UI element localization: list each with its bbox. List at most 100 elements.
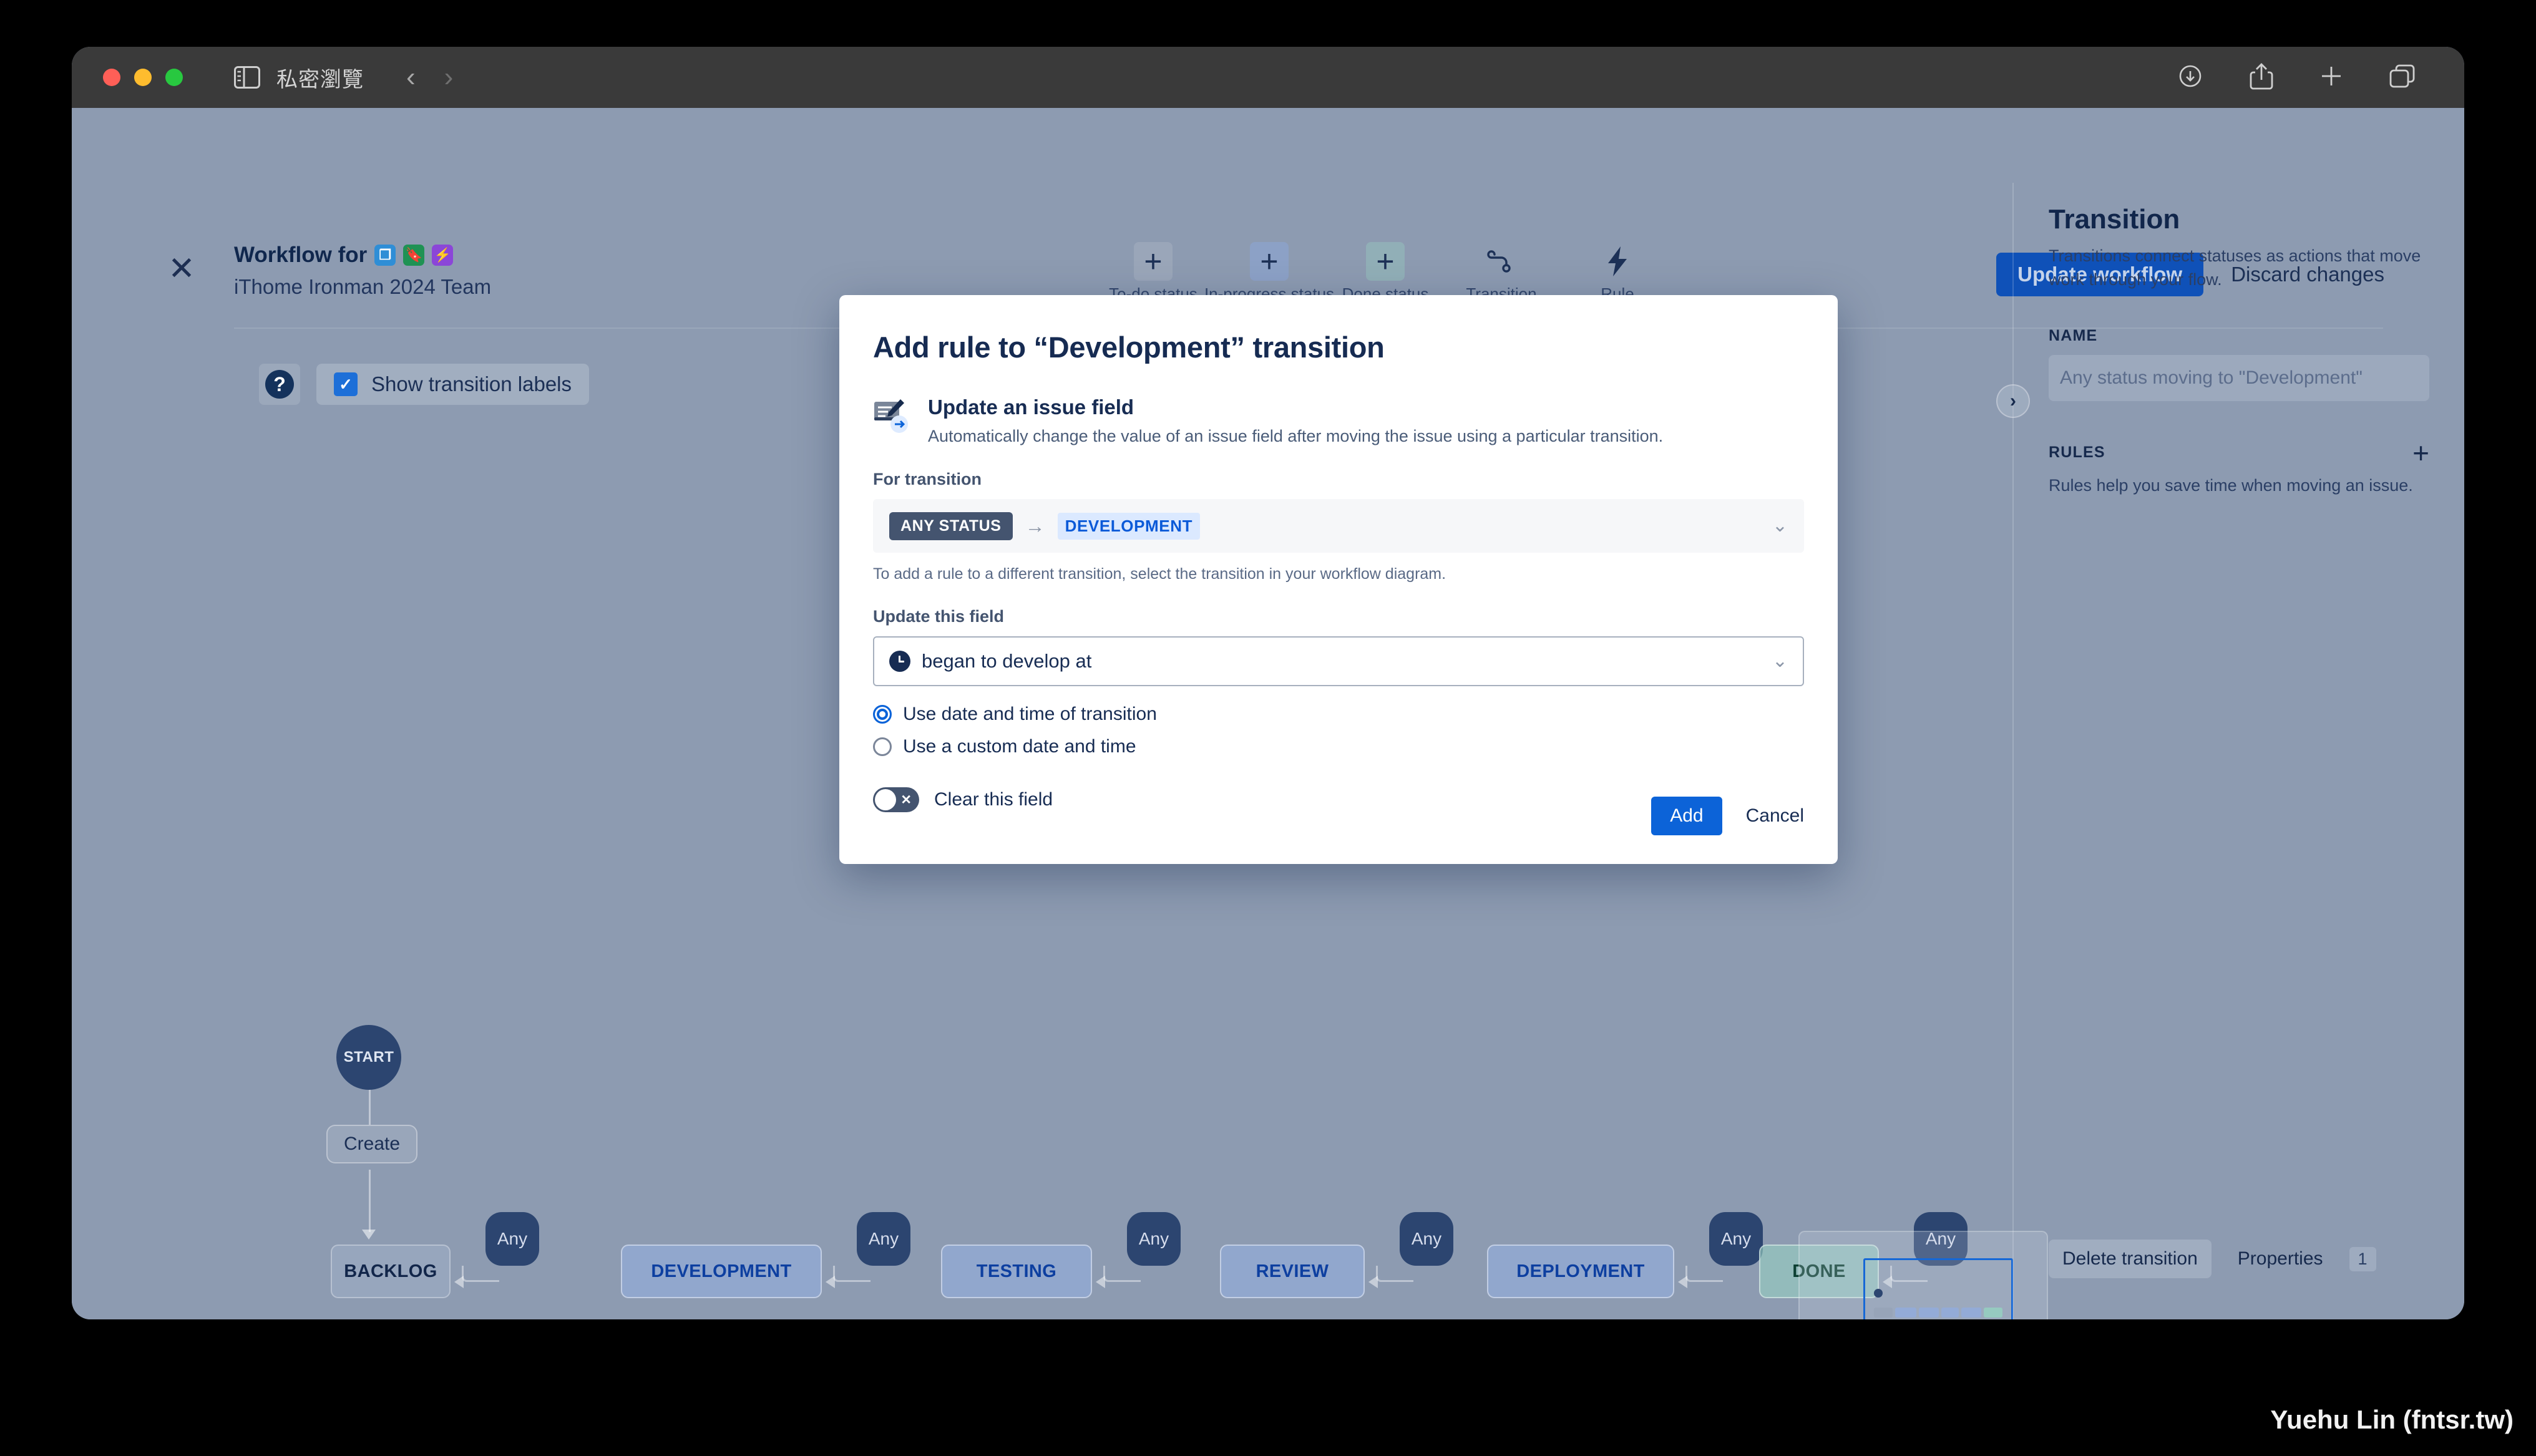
for-transition-label: For transition [873, 470, 982, 488]
transition-icon [1482, 242, 1521, 281]
minimap-start-dot [1874, 1289, 1883, 1298]
status-node-testing[interactable]: TESTING [941, 1245, 1092, 1298]
field-select[interactable]: began to develop at ⌄ [873, 636, 1804, 686]
rule-type-description: Automatically change the value of an iss… [928, 427, 1664, 445]
close-editor-button[interactable]: ✕ [164, 253, 199, 288]
titlebar-right-icons [2176, 61, 2442, 94]
status-node-backlog[interactable]: BACKLOG [331, 1245, 451, 1298]
toggle-switch-off[interactable]: ✕ [873, 787, 919, 812]
browser-titlebar: 私密瀏覽 ‹ › [72, 47, 2464, 108]
name-field-label: NAME [2049, 326, 2098, 344]
transition-label-create[interactable]: Create [326, 1125, 418, 1163]
edge-create-backlog [369, 1170, 371, 1232]
status-node-review[interactable]: REVIEW [1220, 1245, 1365, 1298]
transition-name-input[interactable]: Any status moving to "Development" [2049, 354, 2429, 401]
help-button[interactable]: ? [259, 364, 300, 405]
plus-icon: + [1366, 242, 1405, 281]
edge-arrow [362, 1230, 376, 1240]
radio-label: Use a custom date and time [903, 736, 1136, 757]
status-node-deployment[interactable]: DEPLOYMENT [1487, 1245, 1674, 1298]
show-transition-labels-label: Show transition labels [371, 372, 572, 396]
modal-actions: Add Cancel [1651, 797, 1804, 835]
target-status-tag: DEVELOPMENT [1057, 512, 1201, 540]
radio-option-transition-time[interactable]: Use date and time of transition [873, 704, 1804, 725]
add-button[interactable]: Add [1651, 797, 1722, 835]
transition-label-any[interactable]: Any [1127, 1212, 1181, 1266]
panel-title: Transition [2049, 204, 2180, 235]
radio-icon-selected [873, 705, 892, 724]
workflow-subtitle: iThome Ironman 2024 Team [234, 275, 492, 298]
transition-label-any[interactable]: Any [1400, 1212, 1453, 1266]
rules-hint: Rules help you save time when moving an … [2049, 475, 2413, 495]
back-icon[interactable]: ‹ [406, 64, 416, 91]
self-transition-edge [462, 1266, 499, 1282]
minimap-viewport[interactable] [1863, 1258, 2013, 1319]
update-field-label: Update this field [873, 607, 1005, 626]
self-transition-arrow [1096, 1276, 1105, 1288]
jira-workflow-app: ✕ Workflow for ❐ 🔖 ⚡ iThome Ironman 2024… [72, 108, 2464, 1319]
nav-arrows: ‹ › [406, 64, 453, 91]
self-transition-edge [1103, 1266, 1141, 1282]
maximize-window-button[interactable] [165, 69, 183, 86]
transition-label-any[interactable]: Any [1709, 1212, 1763, 1266]
self-transition-edge [833, 1266, 871, 1282]
minimize-window-button[interactable] [134, 69, 152, 86]
radio-option-custom-time[interactable]: Use a custom date and time [873, 736, 1804, 757]
panel-footer: Delete transition Properties 1 [2049, 1240, 2429, 1278]
sidebar-icon[interactable] [234, 66, 260, 89]
minimap-node [1919, 1308, 1939, 1318]
properties-count-badge: 1 [2349, 1246, 2376, 1271]
transition-label-any[interactable]: Any [485, 1212, 539, 1266]
self-transition-arrow [1368, 1276, 1378, 1288]
modal-title: Add rule to “Development” transition [873, 331, 1385, 364]
clock-icon [889, 651, 910, 672]
add-rule-button[interactable]: + [2412, 439, 2429, 467]
any-status-tag: ANY STATUS [889, 512, 1013, 540]
story-type-badge: ❐ [374, 245, 396, 266]
show-transition-labels-toggle[interactable]: ✓ Show transition labels [316, 364, 590, 405]
panel-description: Transitions connect statuses as actions … [2049, 246, 2421, 289]
minimap-node [1895, 1308, 1916, 1318]
tab-overview-icon[interactable] [2388, 63, 2417, 92]
for-transition-select[interactable]: ANY STATUS → DEVELOPMENT ⌄ [873, 499, 1804, 553]
close-window-button[interactable] [103, 69, 120, 86]
self-transition-arrow [826, 1276, 835, 1288]
task-type-badge: 🔖 [403, 245, 425, 266]
new-tab-icon[interactable] [2318, 63, 2344, 92]
plus-icon: + [1250, 242, 1289, 281]
page-title: Workflow for ❐ 🔖 ⚡ [234, 243, 491, 268]
rule-type-summary: Update an issue field Automatically chan… [873, 396, 1804, 446]
add-rule-modal: Add rule to “Development” transition Upd… [839, 295, 1838, 864]
private-browsing-label: 私密瀏覽 [276, 67, 364, 92]
radio-label: Use date and time of transition [903, 704, 1157, 724]
delete-transition-button[interactable]: Delete transition [2049, 1240, 2212, 1278]
minimap[interactable]: ⊖ ⊕ [1798, 1231, 2048, 1319]
transition-label-any[interactable]: Any [857, 1212, 910, 1266]
start-node[interactable]: START [336, 1025, 401, 1090]
minimap-node [1941, 1308, 1959, 1318]
chevron-down-icon: ⌄ [1772, 651, 1788, 671]
self-transition-edge [1376, 1266, 1413, 1282]
minimap-node [1984, 1308, 2002, 1318]
question-mark-icon: ? [265, 370, 294, 399]
page-title-text: Workflow for [234, 243, 368, 267]
toggle-x-icon: ✕ [900, 792, 912, 807]
field-select-value: began to develop at [922, 650, 1092, 672]
status-node-development[interactable]: DEVELOPMENT [621, 1245, 822, 1298]
window-controls [103, 69, 183, 86]
rules-section-header: RULES + [2049, 439, 2429, 467]
transition-details-panel: Transition Transitions connect statuses … [2014, 183, 2464, 1319]
self-transition-arrow [454, 1276, 464, 1288]
share-icon[interactable] [2248, 61, 2275, 94]
self-transition-arrow [1678, 1276, 1687, 1288]
properties-button[interactable]: Properties [2224, 1240, 2337, 1278]
workflow-header: Workflow for ❐ 🔖 ⚡ iThome Ironman 2024 T… [234, 243, 491, 299]
rule-type-heading: Update an issue field [928, 396, 1134, 419]
minimap-node [1874, 1308, 1893, 1318]
download-icon[interactable] [2176, 62, 2205, 94]
cancel-button[interactable]: Cancel [1746, 805, 1804, 827]
canvas-toolbar: ? ✓ Show transition labels [259, 364, 590, 405]
self-transition-edge [1685, 1266, 1723, 1282]
forward-icon[interactable]: › [444, 64, 454, 91]
chevron-down-icon: ⌄ [1772, 515, 1788, 536]
